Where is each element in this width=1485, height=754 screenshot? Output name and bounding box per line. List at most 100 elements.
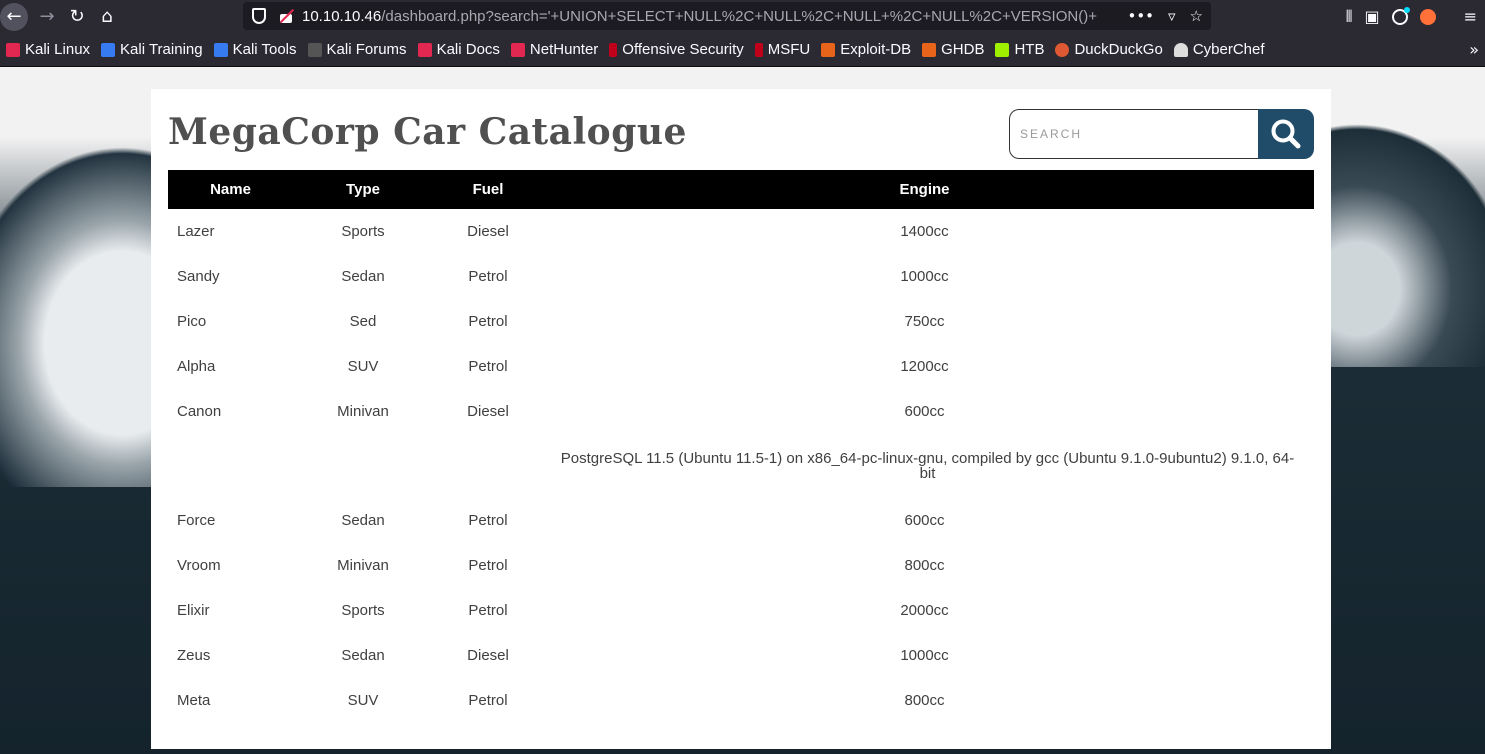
cell-fuel: Petrol [468,268,508,285]
cell-fuel: Petrol [468,692,508,709]
cell-type: Sports [341,602,385,619]
cell-engine: 1000cc [900,647,949,664]
table-row: Meta SUV Petrol 800cc [168,678,1314,723]
cell-type: SUV [347,358,379,375]
bookmark-nethunter[interactable]: NetHunter [510,41,598,58]
tracking-protection-shield-icon[interactable] [252,8,266,24]
library-icon[interactable]: ⫴ [1346,7,1353,27]
account-icon[interactable] [1391,6,1410,25]
arrow-left-icon: ← [6,6,22,27]
url-path: /dashboard.php?search='+UNION+SELECT+NUL… [381,7,1097,25]
toolbar-right: ⫴ ▣ ≡ [1346,0,1485,33]
bookmark-cyberchef[interactable]: CyberChef [1173,41,1265,58]
bookmark-kali-training[interactable]: Kali Training [101,41,203,58]
bookmark-msfu[interactable]: MSFU [754,41,810,58]
header-fuel: Fuel [472,181,504,198]
cell-type: Sed [349,313,377,330]
table-row: Elixir Sports Petrol 2000cc [168,588,1314,633]
search-form [1009,109,1314,159]
header-engine: Engine [899,181,950,198]
cell-fuel: Petrol [468,358,508,375]
bookmark-ghdb[interactable]: GHDB [922,41,984,58]
cell-type: Sedan [341,512,385,529]
table-row: Force Sedan Petrol 600cc [168,498,1314,543]
cell-engine: 1200cc [900,358,949,375]
bookmark-htb[interactable]: HTB [995,41,1044,58]
forward-button[interactable]: → [32,2,62,32]
table-row: Alpha SUV Petrol 1200cc [168,344,1314,389]
cell-name: Force [177,512,216,529]
cell-name: Canon [177,403,222,420]
offsec-icon [609,42,618,57]
search-button[interactable] [1258,109,1314,159]
browser-toolbar: ← → ↻ ⌂ 10.10.10.46/dashboard.php?search… [0,0,1485,33]
header-type: Type [346,181,380,198]
url-actions: ••• ▿ ☆ [1117,2,1211,30]
cell-name: Lazer [177,223,215,240]
kali-docs-icon [417,42,432,57]
url-host: 10.10.10.46 [302,7,382,25]
search-input[interactable] [1009,109,1261,159]
cell-name: Sandy [177,268,220,285]
sidebar-icon[interactable]: ▣ [1364,7,1379,26]
cell-fuel: Petrol [468,313,508,330]
htb-cube-icon [995,42,1010,57]
bookmark-exploit-db[interactable]: Exploit-DB [821,41,911,58]
chef-hat-icon [1173,42,1188,57]
cell-name: Pico [177,313,207,330]
table-row: Sandy Sedan Petrol 1000cc [168,254,1314,299]
home-button[interactable]: ⌂ [92,2,122,32]
cell-fuel [433,434,543,498]
more-bookmarks-chevron-icon[interactable]: » [1469,40,1479,59]
menu-icon[interactable]: ≡ [1464,7,1477,26]
table-header-row: Name Type Fuel Engine [168,170,1314,209]
cell-engine: 800cc [904,557,945,574]
bookmark-star-icon[interactable]: ☆ [1190,7,1203,25]
nethunter-icon [510,42,525,57]
kali-forums-icon [307,42,322,57]
cell-fuel: Petrol [468,557,508,574]
duckduckgo-icon [1055,42,1070,57]
cell-fuel: Petrol [468,512,508,529]
bookmark-kali-forums[interactable]: Kali Forums [307,41,407,58]
bookmark-duckduckgo[interactable]: DuckDuckGo [1055,41,1163,58]
cell-name: Meta [177,692,211,709]
back-button[interactable]: ← [0,2,28,31]
page-actions-icon[interactable]: ••• [1127,7,1154,25]
bookmark-offensive-security[interactable]: Offensive Security [609,41,744,58]
cell-fuel: Diesel [467,647,509,664]
page-title: MegaCorp Car Catalogue [168,111,687,153]
table-row: Pico Sed Petrol 750cc [168,299,1314,344]
cell-engine-version-string: PostgreSQL 11.5 (Ubuntu 11.5-1) on x86_6… [560,450,1295,482]
ghdb-icon [922,42,937,57]
reload-button[interactable]: ↻ [62,2,92,32]
msfu-icon [754,42,763,57]
home-icon: ⌂ [101,6,113,27]
arrow-right-icon: → [39,6,55,27]
cell-name: Vroom [177,557,221,574]
url-bar[interactable]: 10.10.10.46/dashboard.php?search='+UNION… [243,2,1211,30]
car-table: Name Type Fuel Engine Lazer Sports Diesel 1… [168,170,1314,723]
pocket-icon[interactable]: ▿ [1168,7,1176,25]
bookmark-kali-docs[interactable]: Kali Docs [417,41,500,58]
bookmark-kali-tools[interactable]: Kali Tools [213,41,297,58]
insecure-connection-icon[interactable] [278,8,294,24]
cell-fuel: Petrol [468,602,508,619]
cell-name: Zeus [177,647,211,664]
cell-type [293,434,433,498]
extension-icon[interactable] [1419,8,1436,25]
cell-type: Sports [341,223,385,240]
table-row: Vroom Minivan Petrol 800cc [168,543,1314,588]
kali-tools-icon [213,42,228,57]
bookmarks-bar: Kali Linux Kali Training Kali Tools Kali… [0,33,1485,67]
cell-engine: 2000cc [900,602,949,619]
search-icon [1271,119,1301,149]
cell-type: Sedan [341,647,385,664]
bookmark-kali-linux[interactable]: Kali Linux [6,41,90,58]
cell-type: SUV [347,692,379,709]
cell-fuel: Diesel [467,403,509,420]
kali-training-icon [101,42,116,57]
table-row: Zeus Sedan Diesel 1000cc [168,633,1314,678]
cell-name: Alpha [177,358,216,375]
cell-fuel: Diesel [467,223,509,240]
